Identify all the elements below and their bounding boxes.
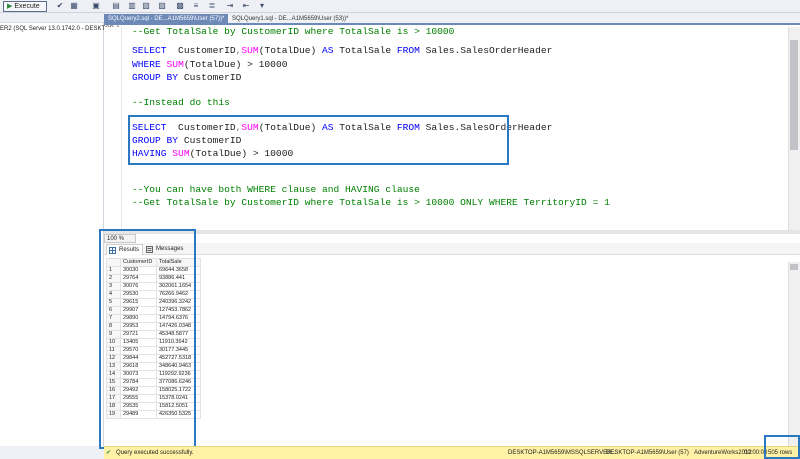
explorer-footer <box>0 446 104 459</box>
results-scrollbar[interactable] <box>788 262 800 446</box>
code-line-comment: --Get TotalSale by CustomerID where Tota… <box>132 197 610 208</box>
results-pane <box>104 243 800 446</box>
results-highlight <box>99 229 196 449</box>
explorer-header <box>0 13 104 23</box>
tab-label: SQLQuery2.sql - DE...A1M5659\User (57))* <box>108 16 225 22</box>
identifier: CustomerID <box>166 45 236 56</box>
function: SUM <box>160 59 184 70</box>
grid-icon[interactable]: ▦ <box>70 2 78 10</box>
tab-sqlquery1[interactable]: SQLQuery1.sql - DE...A1M5659\User (53))* <box>228 14 352 25</box>
editor-gutter <box>104 27 122 230</box>
identifier: (TotalDue) <box>258 45 323 56</box>
status-bar: ✔ Query executed successfully. DESKTOP-A… <box>104 446 800 459</box>
code-line-comment: --You can have both WHERE clause and HAV… <box>132 184 420 195</box>
play-icon: ▶ <box>7 3 13 10</box>
toolbar: ▶ Execute ✔ ▦ ▣ ▤ ▥ ▧ ▨ ▩ ≡ ≣ ⇥ ⇤ ▾ <box>0 0 800 13</box>
status-user: DESKTOP-A1M5659\User (57) <box>606 450 689 456</box>
object-explorer: ER2 (SQL Server 13.0.1742.0 - DESKTOP-A <box>0 13 120 446</box>
identifier: TotalSale <box>333 45 397 56</box>
keyword: GROUP BY <box>132 72 179 83</box>
having-query-highlight <box>128 115 509 165</box>
status-message: Query executed successfully. <box>116 450 194 456</box>
execute-label: Execute <box>14 3 40 10</box>
toolbar-icon[interactable]: ▨ <box>158 2 166 10</box>
toolbar-icon[interactable]: ▧ <box>142 2 150 10</box>
toolbar-icon[interactable]: ▩ <box>176 2 184 10</box>
toolbar-icon[interactable]: ▤ <box>112 2 120 10</box>
uncomment-icon[interactable]: ≣ <box>208 2 216 10</box>
indent-icon[interactable]: ⇥ <box>226 2 234 10</box>
tab-sqlquery2[interactable]: SQLQuery2.sql - DE...A1M5659\User (57))*… <box>104 14 232 25</box>
identifier: (TotalDue) > 10000 <box>183 59 288 70</box>
execute-button[interactable]: ▶ Execute <box>3 1 47 12</box>
success-icon: ✔ <box>106 450 112 456</box>
tab-label: SQLQuery1.sql - DE...A1M5659\User (53))* <box>232 16 349 22</box>
comment-icon[interactable]: ≡ <box>192 2 200 10</box>
identifier: CustomerID <box>178 72 242 83</box>
pane-splitter[interactable] <box>104 230 800 234</box>
checkmark-icon[interactable]: ✔ <box>56 2 64 10</box>
status-database: AdventureWorks2012 <box>694 450 752 456</box>
code-line-groupby: GROUP BY CustomerID <box>132 72 241 84</box>
row-count-highlight <box>764 435 800 459</box>
function: SUM <box>241 45 259 56</box>
outdent-icon[interactable]: ⇤ <box>242 2 250 10</box>
document-tabs: SQLQuery2.sql - DE...A1M5659\User (57))*… <box>104 13 800 25</box>
results-scroll-thumb[interactable] <box>790 264 798 270</box>
explorer-server-node[interactable]: ER2 (SQL Server 13.0.1742.0 - DESKTOP-A <box>0 26 120 32</box>
status-server: DESKTOP-A1M5659\MSSQLSERVER... <box>508 450 617 456</box>
toolbar-icon[interactable]: ▥ <box>128 2 136 10</box>
keyword: AS <box>322 45 334 56</box>
dropdown-icon[interactable]: ▾ <box>258 2 266 10</box>
toolbar-icon[interactable]: ▣ <box>92 2 100 10</box>
identifier: Sales.SalesOrderHeader <box>419 45 553 56</box>
editor-scroll-thumb[interactable] <box>790 40 798 150</box>
code-line-comment: --Instead do this <box>132 97 230 108</box>
keyword: SELECT <box>132 45 167 56</box>
code-line-comment: --Get TotalSale by CustomerID where Tota… <box>132 26 455 37</box>
keyword: FROM <box>396 45 420 56</box>
results-tabbar: Results Messages <box>104 243 800 255</box>
keyword: WHERE <box>132 59 161 70</box>
code-line-select: SELECT CustomerID,SUM(TotalDue) AS Total… <box>132 45 552 57</box>
code-line-where: WHERE SUM(TotalDue) > 10000 <box>132 59 287 71</box>
